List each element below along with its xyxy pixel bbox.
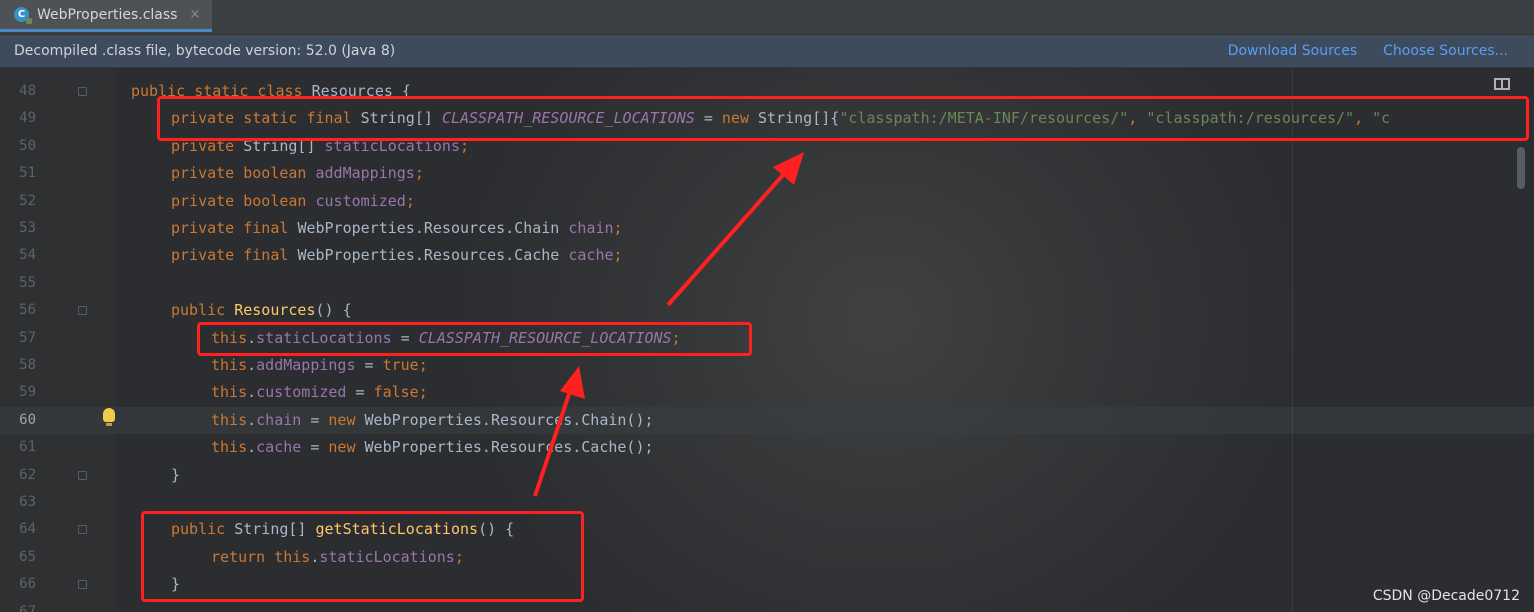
arrow-to-constant xyxy=(666,152,804,307)
editor-tab-bar: C WebProperties.class × xyxy=(0,0,1534,35)
csdn-watermark: CSDN @Decade0712 xyxy=(1372,588,1520,604)
close-icon[interactable]: × xyxy=(189,7,200,22)
annotation-arrows xyxy=(533,152,804,497)
code-editor[interactable]: 48 public static class Resources {49 priva… xyxy=(0,69,1534,612)
choose-sources-link[interactable]: Choose Sources... xyxy=(1383,43,1508,59)
tab-label: WebProperties.class xyxy=(37,6,178,23)
banner-text: Decompiled .class file, bytecode version… xyxy=(14,43,396,59)
tab-webproperties-class[interactable]: C WebProperties.class × xyxy=(0,0,212,32)
arrow-to-assignment xyxy=(533,366,585,497)
download-sources-link[interactable]: Download Sources xyxy=(1228,43,1357,59)
class-file-icon: C xyxy=(14,7,32,24)
decompiled-banner: Decompiled .class file, bytecode version… xyxy=(0,35,1534,68)
